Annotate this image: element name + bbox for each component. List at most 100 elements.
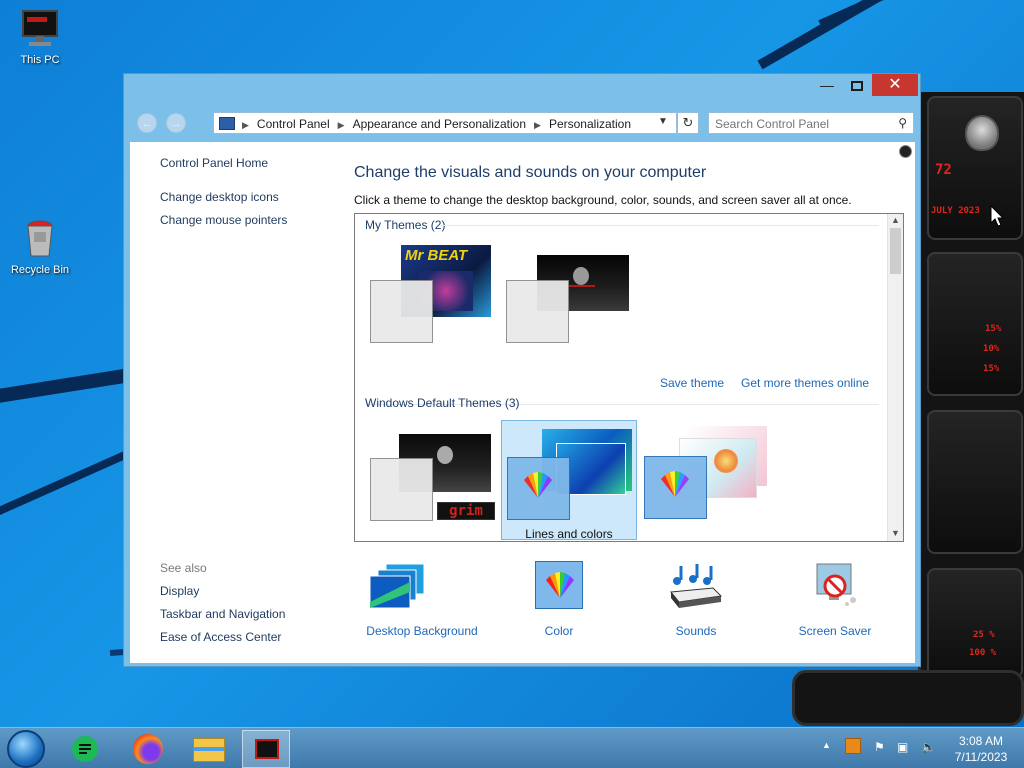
save-theme-link[interactable]: Save theme — [660, 376, 724, 390]
desktop-icon-this-pc[interactable]: This PC — [4, 8, 76, 66]
gadget-text: 10% — [983, 344, 1000, 354]
search-box[interactable]: ⚲ — [708, 112, 914, 134]
maximize-icon — [851, 81, 863, 92]
maximize-button[interactable] — [842, 74, 872, 96]
theme-name: Lines and colors — [525, 527, 613, 541]
gadget-text: 25 % — [973, 630, 995, 640]
gadget-panel — [927, 252, 1023, 396]
scroll-down-icon[interactable]: ▼ — [891, 528, 900, 538]
theme-default-3[interactable] — [639, 420, 775, 540]
forward-button[interactable]: → — [166, 113, 186, 133]
breadcrumb-personalization[interactable]: Personalization — [549, 117, 631, 131]
gadget-base — [792, 670, 1024, 726]
folder-icon — [193, 738, 225, 762]
theme-color-swatch — [644, 456, 707, 519]
theme-color-swatch — [507, 457, 570, 520]
breadcrumb-control-panel[interactable]: Control Panel — [257, 117, 330, 131]
notes-app-icon — [72, 736, 98, 762]
theme-lines-and-colors[interactable]: Lines and colors — [501, 420, 637, 541]
theme-color-swatch — [370, 280, 433, 343]
desktop-icon-recycle-bin[interactable]: Recycle Bin — [4, 218, 76, 276]
nav-change-mouse-pointers[interactable]: Change mouse pointers — [160, 213, 340, 227]
start-button[interactable] — [7, 730, 45, 768]
wallpaper-streak — [757, 0, 1024, 70]
screen-saver-icon — [816, 563, 856, 606]
taskbar-control-panel[interactable] — [242, 730, 290, 768]
gadget-text: 72 — [935, 162, 952, 178]
title-bar[interactable]: — ✕ — [124, 74, 920, 104]
gadget-panel — [927, 568, 1023, 678]
theme-default-1[interactable]: grim — [367, 420, 503, 540]
help-icon[interactable] — [899, 145, 912, 158]
desktop-icon-label: This PC — [20, 54, 60, 66]
see-also-header: See also — [160, 561, 207, 575]
divider — [439, 225, 879, 226]
option-label[interactable]: Sounds — [636, 624, 756, 638]
get-more-themes-link[interactable]: Get more themes online — [741, 376, 869, 390]
minimize-button[interactable]: — — [812, 74, 842, 96]
gadget-text: 100 % — [969, 648, 997, 658]
search-icon[interactable]: ⚲ — [898, 116, 907, 130]
nav-control-panel-home[interactable]: Control Panel Home — [160, 156, 340, 170]
option-label[interactable]: Color — [499, 624, 619, 638]
page-title: Change the visuals and sounds on your co… — [354, 164, 707, 181]
see-also-section: See also Display Taskbar and Navigation … — [160, 561, 340, 653]
personalization-window: — ✕ ← → ▶ Control Panel ▶ Appearance and Pe… — [123, 73, 921, 667]
theme-list-scrollbar[interactable]: ▲ ▼ — [887, 214, 903, 541]
see-also-taskbar[interactable]: Taskbar and Navigation — [160, 607, 340, 621]
gadget-text: 15% — [985, 324, 1002, 334]
taskbar: ▲ ⚑ ▣ 🔈 3:08 AM 7/11/2023 — [0, 727, 1024, 768]
desktop-background-icon — [369, 563, 425, 609]
alien-head-icon — [965, 115, 999, 151]
control-panel-app-icon — [255, 739, 279, 759]
gadget-text: 15% — [983, 364, 1000, 374]
tray-app-icon[interactable] — [845, 738, 861, 754]
clock[interactable]: 3:08 AM 7/11/2023 — [946, 733, 1016, 765]
my-themes-header: My Themes (2) — [365, 218, 446, 232]
clock-time: 3:08 AM — [958, 734, 1004, 748]
monitor-icon — [20, 8, 60, 50]
taskbar-notes-app[interactable] — [60, 730, 108, 768]
theme-list[interactable]: My Themes (2) Mr BEAT Save theme Get mor… — [354, 213, 904, 542]
chevron-down-icon[interactable]: ▼ — [658, 116, 668, 127]
scroll-up-icon[interactable]: ▲ — [891, 215, 900, 225]
back-button[interactable]: ← — [137, 113, 157, 133]
sounds-icon — [670, 564, 723, 608]
theme-color-swatch — [506, 280, 569, 343]
show-hidden-icons-button[interactable]: ▲ — [822, 740, 831, 750]
scrollbar-thumb[interactable] — [890, 228, 901, 274]
left-navigation: Control Panel Home Change desktop icons … — [160, 156, 340, 236]
close-button[interactable]: ✕ — [872, 74, 918, 96]
network-icon[interactable]: ▣ — [897, 740, 908, 754]
taskbar-firefox[interactable] — [123, 730, 171, 768]
recycle-bin-icon — [20, 218, 60, 260]
clock-date: 7/11/2023 — [954, 750, 1008, 764]
wallpaper-streak — [818, 0, 1024, 28]
flag-icon[interactable]: ⚑ — [874, 740, 885, 754]
address-bar[interactable]: ▶ Control Panel ▶ Appearance and Personaliz… — [213, 112, 677, 134]
breadcrumb-appearance[interactable]: Appearance and Personalization — [353, 117, 526, 131]
nav-change-desktop-icons[interactable]: Change desktop icons — [160, 190, 340, 204]
volume-icon[interactable]: 🔈 — [921, 740, 936, 754]
navigation-bar: ← → ▶ Control Panel ▶ Appearance and Person… — [124, 108, 920, 138]
color-fan-icon — [524, 472, 552, 498]
theme-my-1[interactable]: Mr BEAT — [367, 240, 503, 360]
see-also-ease-of-access[interactable]: Ease of Access Center — [160, 630, 340, 644]
search-input[interactable] — [715, 116, 885, 131]
taskbar-file-explorer[interactable] — [185, 730, 233, 768]
default-themes-header: Windows Default Themes (3) — [365, 396, 520, 410]
color-fan-icon — [661, 471, 689, 497]
gadget-panel — [927, 410, 1023, 554]
theme-color-swatch — [370, 458, 433, 521]
firefox-icon — [133, 734, 163, 764]
breadcrumb: ▶ Control Panel ▶ Appearance and Personaliz… — [242, 117, 632, 131]
gadget-text: JULY 2023 — [931, 206, 980, 216]
option-label[interactable]: Desktop Background — [362, 624, 482, 638]
refresh-button[interactable]: ↻ — [677, 112, 699, 134]
thumbnail-text: Mr BEAT — [405, 247, 468, 264]
theme-my-2[interactable] — [503, 240, 639, 360]
desktop-gadget: 72 JULY 2023 15% 10% 15% 25 % 100 % — [918, 92, 1024, 682]
page-description: Click a theme to change the desktop back… — [354, 193, 852, 207]
option-label[interactable]: Screen Saver — [775, 624, 895, 638]
see-also-display[interactable]: Display — [160, 584, 340, 598]
